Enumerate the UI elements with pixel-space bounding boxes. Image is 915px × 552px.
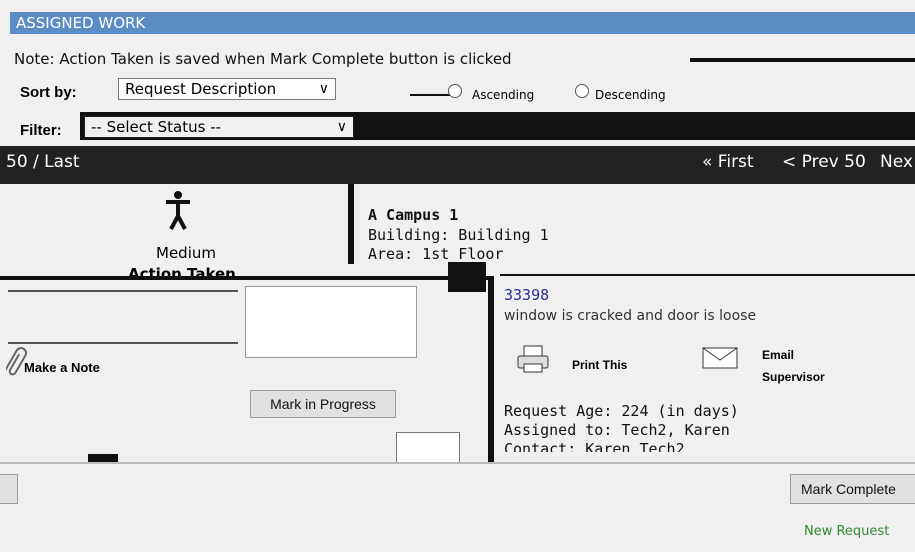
divider [690,58,915,62]
pager-prev-link[interactable]: < Prev 50 [782,152,866,172]
assigned-to: Assigned to: Tech2, Karen [504,421,730,439]
sort-select-value: Request Description [125,80,277,98]
divider [488,276,494,462]
sort-ascending-radio[interactable] [448,84,462,98]
mark-in-progress-button[interactable]: Mark in Progress [250,390,396,418]
time-input[interactable] [396,432,460,464]
person-icon [164,190,192,234]
sort-descending-radio[interactable] [575,84,589,98]
filter-select[interactable]: -- Select Status -- ∨ [84,116,354,138]
divider [348,184,354,264]
campus-name: A Campus 1 [368,206,459,224]
divider [88,454,118,462]
sort-select[interactable]: Request Description ∨ [118,78,336,100]
action-taken-textarea[interactable] [245,286,417,358]
sort-label: Sort by: [20,84,77,101]
priority-label: Medium [156,244,216,262]
descending-label: Descending [595,88,666,102]
building-label: Building: Building 1 [368,226,549,244]
area-label: Area: 1st Floor [368,245,504,263]
request-id-link[interactable]: 33398 [504,286,549,304]
printer-icon[interactable] [516,344,550,378]
divider [0,276,490,280]
email-label[interactable]: Email [762,348,794,362]
request-age: Request Age: 224 (in days) [504,402,739,420]
chevron-down-icon: ∨ [336,119,347,135]
ascending-label: Ascending [472,88,535,102]
divider [0,462,915,464]
divider [500,274,915,276]
textarea-frame [8,290,238,344]
chevron-down-icon: ∨ [318,81,329,97]
filter-label: Filter: [20,122,62,139]
request-description: window is cracked and door is loose [504,308,757,324]
back-button[interactable] [0,474,18,504]
print-this-link[interactable]: Print This [572,358,627,372]
filter-select-value: -- Select Status -- [91,118,222,136]
save-note: Note: Action Taken is saved when Mark Co… [14,50,512,68]
supervisor-label[interactable]: Supervisor [762,370,825,384]
pager-last-link[interactable]: 50 / Last [6,152,80,172]
pager-next-link[interactable]: Nex [880,152,913,172]
new-request-link[interactable]: New Request [804,524,889,539]
envelope-icon[interactable] [702,346,738,374]
make-note-link[interactable]: Make a Note [24,360,100,375]
mark-complete-button[interactable]: Mark Complete [790,474,915,504]
pager-first-link[interactable]: « First [702,152,754,172]
contact-info: Contact: Karen Tech2 [504,440,685,452]
pager-bar [0,146,915,184]
section-header: ASSIGNED WORK [10,12,915,34]
